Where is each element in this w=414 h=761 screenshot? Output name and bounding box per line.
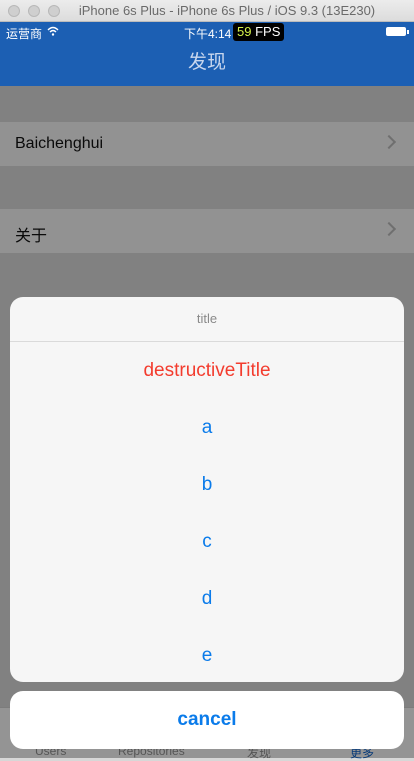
cancel-button[interactable]: cancel [10, 691, 404, 749]
action-button-c[interactable]: c [10, 513, 404, 570]
window-titlebar: iPhone 6s Plus - iPhone 6s Plus / iOS 9.… [0, 0, 414, 22]
action-button-b[interactable]: b [10, 456, 404, 513]
battery-icon [386, 27, 409, 36]
fps-label: FPS [255, 24, 281, 39]
fps-badge: 59 FPS [233, 23, 285, 41]
window-title: iPhone 6s Plus - iPhone 6s Plus / iOS 9.… [78, 3, 376, 18]
navigation-bar: 发现 [0, 42, 414, 86]
fps-value: 59 [237, 24, 252, 39]
destructive-action-button[interactable]: destructiveTitle [10, 342, 404, 399]
page-title: 发现 [187, 52, 226, 73]
action-button-d[interactable]: d [10, 570, 404, 627]
action-button-e[interactable]: e [10, 627, 404, 682]
status-bar: 运营商 下午4:14 59 FPS [0, 22, 414, 42]
carrier-label: 运营商 [6, 27, 43, 41]
status-time: 下午4:14 [184, 27, 232, 41]
action-button-a[interactable]: a [10, 399, 404, 456]
wifi-icon [47, 26, 59, 36]
action-sheet-title: title [10, 297, 404, 342]
action-sheet: title destructiveTitle a b c d e [10, 297, 404, 682]
